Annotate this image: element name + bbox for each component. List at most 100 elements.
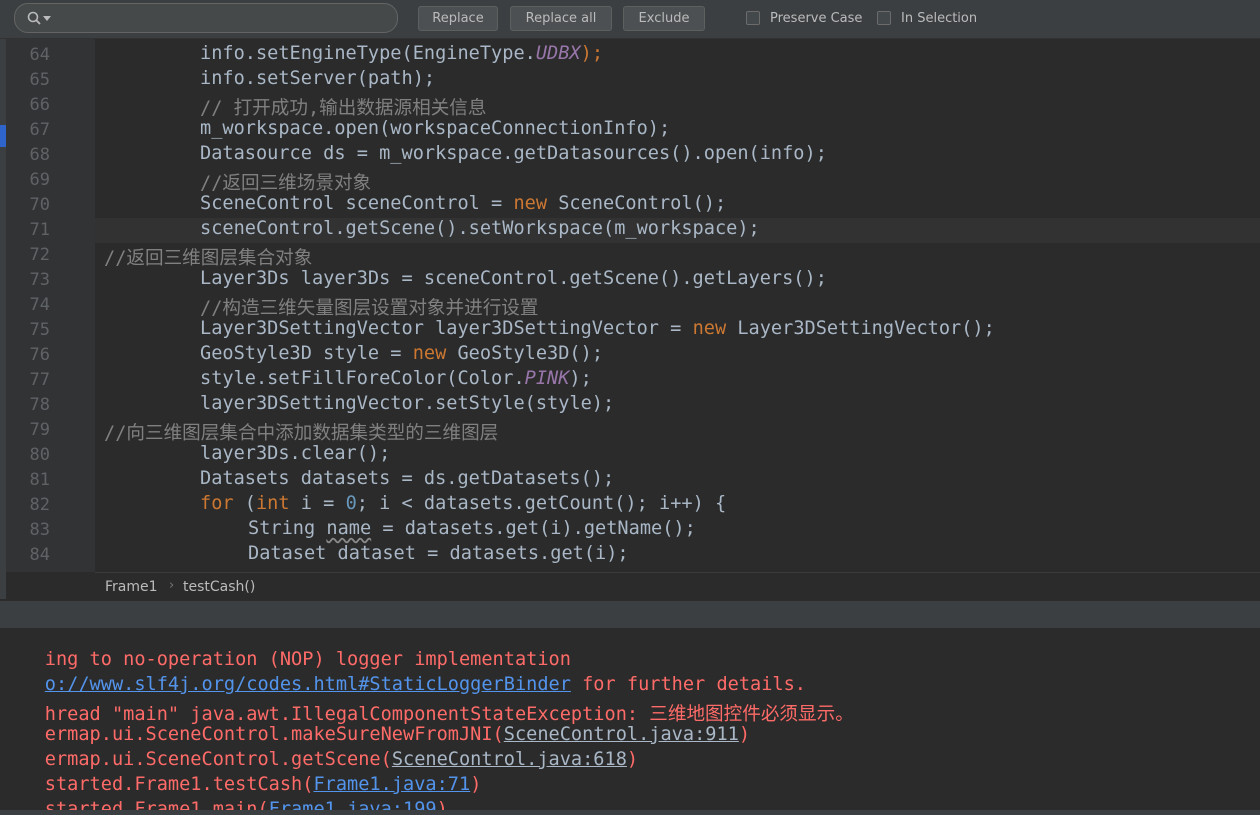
code-comment: //构造三维矢量图层设置对象并进行设置 — [200, 298, 539, 319]
code-text: ; i < datasets.getCount(); i++) { — [356, 493, 727, 514]
code-keyword: new — [412, 343, 447, 364]
console-line: hread "main" java.awt.IllegalComponentSt… — [0, 678, 854, 725]
line-number: 64 — [29, 45, 50, 65]
code-line[interactable]: info.setEngineType(EngineType.UDBX); — [95, 43, 1260, 68]
line-number: 71 — [29, 220, 50, 240]
preserve-case-checkbox[interactable]: Preserve Case — [746, 10, 866, 28]
code-line[interactable]: //向三维图层集合中添加数据集类型的三维图层 — [95, 418, 1260, 444]
line-number: 65 — [29, 70, 50, 90]
line-number: 66 — [29, 95, 50, 115]
preserve-case-box[interactable] — [746, 11, 760, 25]
code-text: Dataset dataset = datasets.get(i); — [248, 543, 629, 564]
line-number: 79 — [29, 420, 50, 440]
code-text: SceneControl(); — [547, 193, 727, 214]
console-line: ermap.ui.SceneControl.getScene(SceneCont… — [0, 728, 638, 770]
code-text: ); — [569, 368, 592, 389]
code-text: SceneControl sceneControl = — [200, 193, 514, 214]
code-line[interactable]: SceneControl sceneControl = new SceneCon… — [95, 193, 1260, 218]
code-line[interactable]: style.setFillForeColor(Color.PINK); — [95, 368, 1260, 393]
code-line[interactable]: info.setServer(path); — [95, 68, 1260, 93]
code-line[interactable]: layer3DSettingVector.setStyle(style); — [95, 393, 1260, 418]
breadcrumb: Frame1 › testCash() — [95, 572, 1260, 601]
breadcrumb-class[interactable]: Frame1 — [105, 579, 158, 595]
line-number: 72 — [29, 245, 50, 265]
code-line[interactable]: Layer3DSettingVector layer3DSettingVecto… — [95, 318, 1260, 343]
panel-divider[interactable] — [0, 600, 1260, 628]
code-text: layer3Ds.clear(); — [200, 443, 391, 464]
find-replace-bar: Replace Replace all Exclude Preserve Cas… — [0, 0, 1260, 39]
search-history-chevron-icon[interactable] — [43, 16, 51, 22]
code-keyword: new — [513, 193, 548, 214]
code-line-current[interactable]: sceneControl.getScene().setWorkspace(m_w… — [95, 218, 1260, 243]
code-text: layer3DSettingVector.setStyle(style); — [200, 393, 615, 414]
code-text: GeoStyle3D style = — [200, 343, 413, 364]
code-line[interactable]: layer3Ds.clear(); — [95, 443, 1260, 468]
console-stack-frame: ) — [470, 774, 482, 795]
line-number: 74 — [29, 295, 50, 315]
breadcrumb-method[interactable]: testCash() — [183, 579, 255, 595]
line-number: 67 — [29, 120, 50, 140]
code-text: Datasource ds = m_workspace.getDatasourc… — [200, 143, 827, 164]
in-selection-checkbox[interactable]: In Selection — [877, 10, 987, 28]
code-text: Layer3DSettingVector(); — [726, 318, 995, 339]
code-line[interactable]: Layer3Ds layer3Ds = sceneControl.getScen… — [95, 268, 1260, 293]
code-keyword: new — [692, 318, 727, 339]
code-line[interactable]: Datasets datasets = ds.getDatasets(); — [95, 468, 1260, 493]
line-number-gutter[interactable]: 64 65 66 67 68 69 70 71 72 73 74 75 76 7… — [6, 39, 95, 572]
code-text: GeoStyle3D(); — [446, 343, 604, 364]
line-number: 84 — [29, 545, 50, 565]
exclude-button[interactable]: Exclude — [623, 6, 705, 31]
code-keyword: int — [255, 493, 290, 514]
code-text: Layer3DSettingVector layer3DSettingVecto… — [200, 318, 693, 339]
console-line: ing to no-operation (NOP) logger impleme… — [0, 628, 571, 670]
line-number: 77 — [29, 370, 50, 390]
code-warning-identifier: name — [326, 518, 372, 539]
code-line[interactable]: m_workspace.open(workspaceConnectionInfo… — [95, 118, 1260, 143]
code-keyword: for — [200, 493, 234, 514]
in-selection-box[interactable] — [877, 11, 891, 25]
line-number: 83 — [29, 520, 50, 540]
line-number: 68 — [29, 145, 50, 165]
code-text: ( — [233, 493, 256, 514]
code-text: style.setFillForeColor(Color. — [200, 368, 525, 389]
code-number: 0 — [345, 493, 357, 514]
code-constant: UDBX — [535, 43, 581, 64]
search-icon[interactable] — [27, 11, 43, 27]
code-line[interactable]: for (int i = 0; i < datasets.getCount();… — [95, 493, 1260, 518]
code-text: = datasets.get(i).getName(); — [371, 518, 696, 539]
code-text: info.setEngineType(EngineType. — [200, 43, 536, 64]
code-line[interactable]: //返回三维图层集合对象 — [95, 243, 1260, 269]
code-line[interactable]: GeoStyle3D style = new GeoStyle3D(); — [95, 343, 1260, 368]
replace-button[interactable]: Replace — [418, 6, 498, 31]
line-number: 73 — [29, 270, 50, 290]
line-number: 81 — [29, 470, 50, 490]
line-number: 82 — [29, 495, 50, 515]
console-stack-frame: ) — [738, 724, 751, 745]
search-input[interactable] — [59, 8, 393, 30]
code-line[interactable]: //返回三维场景对象 — [95, 168, 1260, 194]
replace-all-button[interactable]: Replace all — [510, 6, 612, 31]
code-line[interactable]: Datasource ds = m_workspace.getDatasourc… — [95, 143, 1260, 168]
code-line[interactable]: Dataset dataset = datasets.get(i); — [95, 543, 1260, 568]
code-text: info.setServer(path); — [200, 68, 436, 89]
line-number: 78 — [29, 395, 50, 415]
console-line: started.Frame1.main(Frame1.java:199) — [0, 778, 448, 815]
code-line[interactable]: // 打开成功,输出数据源相关信息 — [95, 93, 1260, 119]
console-line: started.Frame1.testCash(Frame1.java:71) — [0, 753, 482, 795]
code-line[interactable]: String name = datasets.get(i).getName(); — [95, 518, 1260, 543]
bottom-status-strip — [0, 810, 1260, 815]
console-line: ermap.ui.SceneControl.makeSureNewFromJNI… — [0, 703, 750, 745]
code-comment: //向三维图层集合中添加数据集类型的三维图层 — [104, 423, 499, 444]
search-box[interactable] — [14, 3, 398, 33]
code-text: m_workspace.open(workspaceConnectionInfo… — [200, 118, 671, 139]
code-editor[interactable]: info.setEngineType(EngineType.UDBX); inf… — [95, 39, 1260, 572]
in-selection-label: In Selection — [901, 11, 978, 26]
code-constant: PINK — [524, 368, 570, 389]
code-comment: //返回三维图层集合对象 — [104, 248, 313, 269]
line-number: 80 — [29, 445, 50, 465]
code-text: sceneControl.getScene().setWorkspace(m_w… — [200, 218, 760, 239]
code-line[interactable]: //构造三维矢量图层设置对象并进行设置 — [95, 293, 1260, 319]
line-number: 69 — [29, 170, 50, 190]
code-text: Layer3Ds layer3Ds = sceneControl.getScen… — [200, 268, 827, 289]
run-console[interactable]: ing to no-operation (NOP) logger impleme… — [0, 628, 1260, 815]
